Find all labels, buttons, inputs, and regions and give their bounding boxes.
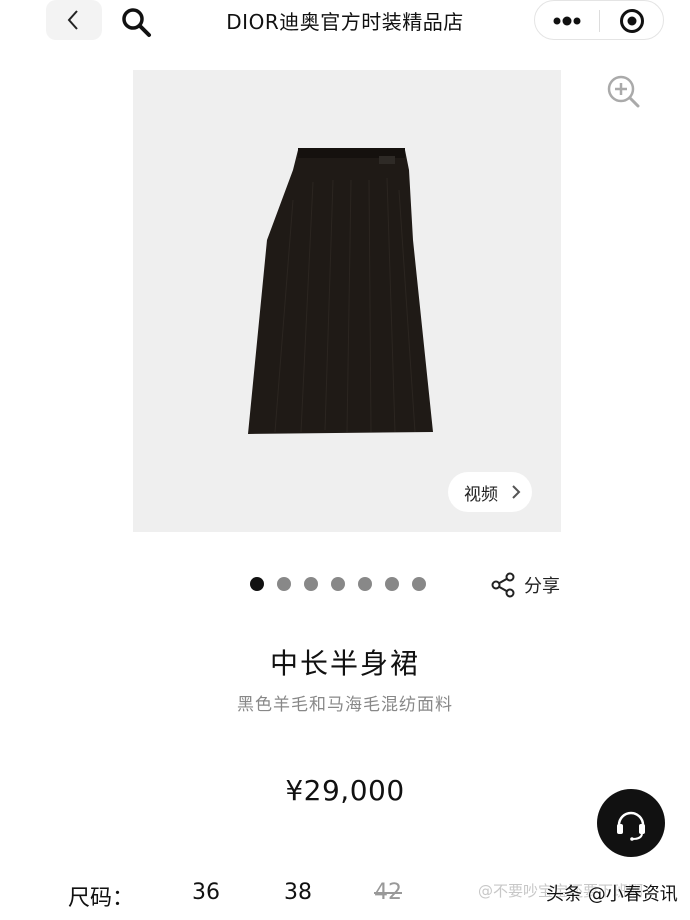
product-price: ¥29,000 [285,774,405,807]
share-label: 分享 [524,576,560,597]
zoom-button[interactable] [604,72,642,110]
product-image[interactable] [133,70,561,532]
size-option[interactable]: 38 [284,880,312,905]
carousel-dot[interactable] [250,577,264,591]
page-title: DIOR迪奥官方时装精品店 [226,10,464,34]
carousel-dot[interactable] [304,577,318,591]
carousel-dot[interactable] [277,577,291,591]
product-name: 中长半身裙 [269,647,420,680]
size-option[interactable]: 36 [192,880,220,905]
carousel-indicator [250,577,426,593]
zoom-in-icon [607,75,640,108]
video-button[interactable]: 视频 [448,472,532,512]
headset-icon [617,811,645,841]
close-miniprogram-icon [620,9,644,33]
miniprogram-capsule [534,0,664,40]
skirt-image [248,148,433,434]
share-button[interactable]: 分享 [490,570,560,600]
more-button[interactable] [535,1,599,41]
carousel-dot[interactable] [331,577,345,591]
share-icon [491,572,515,598]
size-label: 尺码： [68,886,135,911]
size-option-unavailable: 42 [374,880,402,905]
source-watermark: 头条 @小春资讯 [546,884,678,905]
close-miniprogram-button[interactable] [600,1,664,41]
customer-service-button[interactable] [597,789,665,857]
video-label: 视频 [464,484,498,505]
back-button[interactable] [46,0,102,40]
product-description: 黑色羊毛和马海毛混纺面料 [237,695,453,715]
back-icon [67,10,78,30]
carousel-dot[interactable] [358,577,372,591]
carousel-dot[interactable] [412,577,426,591]
chevron-right-icon [512,485,521,499]
search-icon [122,8,151,37]
carousel-dot[interactable] [385,577,399,591]
top-bar: DIOR迪奥官方时装精品店 [0,0,690,46]
more-icon [553,16,581,26]
search-button[interactable] [114,2,158,42]
